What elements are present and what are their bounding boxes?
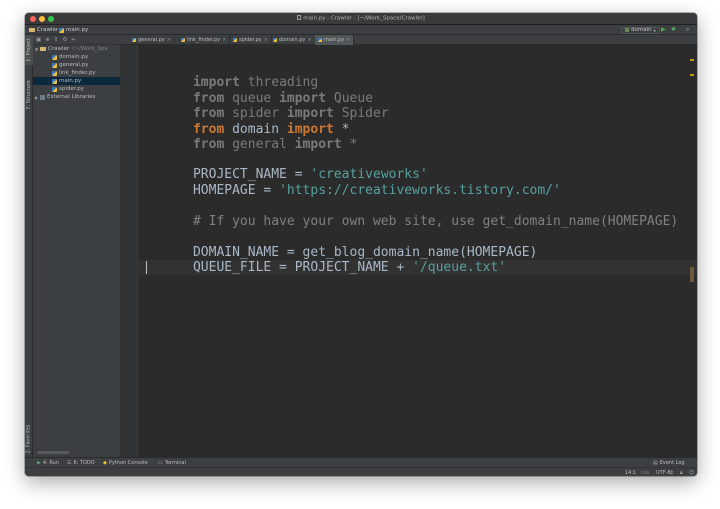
run-configuration-select[interactable]: domain ▾ <box>621 26 660 34</box>
project-panel-toolbar: ▣ ⊕ ⇕ ⚙ ⇤ <box>33 35 120 45</box>
folder-icon <box>40 46 46 52</box>
python-file-icon <box>52 70 57 76</box>
caret-position[interactable]: 14:1 <box>625 470 636 476</box>
project-horizontal-scrollbar[interactable] <box>37 451 69 454</box>
code-line-12: DOMAIN_NAME = get_blog_domain_name(HOMEP… <box>192 244 538 260</box>
close-icon[interactable]: × <box>307 37 311 43</box>
code-line-8: HOMEPAGE = 'https://creativeworks.tistor… <box>192 182 561 198</box>
code-editor[interactable]: import threading from queue import Queue… <box>138 45 697 457</box>
navigation-bar: Crawler main.py domain ▾ ▶ ✹ ⌕ <box>25 25 697 35</box>
python-file-icon <box>273 38 277 42</box>
event-log-tool-button[interactable]: ▤ Event Log <box>653 460 685 467</box>
code-line-7: PROJECT_NAME = 'creativeworks' <box>192 166 428 182</box>
library-icon <box>40 94 45 100</box>
search-icon[interactable]: ⌕ <box>686 26 689 34</box>
text-caret <box>146 261 147 274</box>
structure-tool-tab[interactable]: 7: Structure <box>25 75 33 115</box>
code-line-4: from domain import * <box>192 121 350 137</box>
python-file-icon <box>233 38 237 42</box>
run-icon: ▶ <box>37 460 41 466</box>
file-icon <box>297 15 302 20</box>
tree-external-libraries[interactable]: ▶ External Libraries <box>33 93 120 101</box>
tab-general[interactable]: general.py × <box>129 35 175 45</box>
code-line-3: from spider import Spider <box>192 105 389 121</box>
tree-file-item-selected[interactable]: main.py <box>33 77 120 85</box>
python-config-icon <box>625 28 629 32</box>
python-console-tool-button[interactable]: ◆ Python Console <box>103 460 148 467</box>
gear-icon[interactable]: ⚙ <box>62 37 67 43</box>
code-line-5: from general import * <box>192 136 358 152</box>
breadcrumb-project[interactable]: Crawler <box>29 27 58 34</box>
chevron-down-icon: ▾ <box>653 27 656 33</box>
line-separator[interactable]: n/a <box>641 470 649 476</box>
run-icon[interactable]: ▶ <box>661 26 666 34</box>
code-line-13: QUEUE_FILE = PROJECT_NAME + '/queue.txt' <box>192 259 507 275</box>
hide-panel-icon[interactable]: ⇤ <box>71 37 76 43</box>
ide-window: main.py - Crawler - [~/Work_Space/Crawle… <box>25 13 697 476</box>
code-line-1: import threading <box>192 74 319 90</box>
file-encoding[interactable]: UTF-8‡ <box>656 470 673 476</box>
folder-icon <box>29 27 35 33</box>
python-file-icon <box>52 86 57 92</box>
tree-file-item[interactable]: link_finder.py <box>33 69 120 77</box>
inspector-icon[interactable]: ☺ <box>689 470 694 476</box>
tree-file-item[interactable]: domain.py <box>33 53 120 61</box>
tab-main[interactable]: main.py × <box>315 35 355 45</box>
tree-file-item[interactable]: general.py <box>33 61 120 69</box>
python-file-icon <box>52 62 57 68</box>
python-file-icon <box>59 27 64 33</box>
editor-gutter[interactable] <box>120 45 138 457</box>
close-icon[interactable]: × <box>346 37 350 43</box>
tab-link-finder[interactable]: link_finder.py × <box>178 35 231 45</box>
run-tool-button[interactable]: ▶ 4: Run <box>37 460 59 467</box>
python-file-icon <box>52 78 57 84</box>
window-title: main.py - Crawler - [~/Work_Space/Crawle… <box>25 15 697 22</box>
code-line-10: # If you have your own web site, use get… <box>192 213 679 229</box>
python-file-icon <box>132 38 136 42</box>
warning-marker[interactable] <box>690 59 694 61</box>
tree-file-item[interactable]: spider.py <box>33 85 120 93</box>
bottom-tool-bar: ▶ 4: Run ☰ 6: TODO ◆ Python Console ▭ Te… <box>25 457 697 467</box>
editor-tab-bar: general.py × link_finder.py × spider.py … <box>120 35 697 45</box>
close-icon[interactable]: × <box>264 37 268 43</box>
terminal-tool-button[interactable]: ▭ Terminal <box>158 460 186 467</box>
python-file-icon <box>52 54 57 60</box>
python-console-icon: ◆ <box>103 460 107 466</box>
todo-tool-button[interactable]: ☰ 6: TODO <box>67 460 95 467</box>
left-tool-strip: 1: Project 7: Structure 2: Favorites <box>25 35 33 457</box>
python-file-icon <box>318 38 322 42</box>
editor-scrollbar-thumb[interactable] <box>690 267 694 282</box>
close-icon[interactable]: × <box>222 37 226 43</box>
collapse-all-icon[interactable]: ⇕ <box>54 37 59 43</box>
project-tree: ▼ Crawler (~/Work_Spa domain.py general.… <box>33 45 120 457</box>
scroll-from-source-icon[interactable]: ⊕ <box>45 37 50 43</box>
python-file-icon <box>181 38 185 42</box>
project-view-icon[interactable]: ▣ <box>36 37 41 43</box>
project-tool-tab[interactable]: 1: Project <box>25 35 33 65</box>
close-icon[interactable]: × <box>167 37 171 43</box>
favorites-tool-tab[interactable]: 2: Favorites <box>25 421 33 457</box>
tab-domain[interactable]: domain.py × <box>270 35 316 45</box>
todo-list-icon: ☰ <box>67 460 72 466</box>
terminal-icon: ▭ <box>158 460 163 466</box>
debug-icon[interactable]: ✹ <box>671 26 676 34</box>
tree-root-folder[interactable]: ▼ Crawler (~/Work_Spa <box>33 45 120 53</box>
breadcrumb-file[interactable]: main.py <box>59 27 88 34</box>
tab-spider[interactable]: spider.py × <box>230 35 272 45</box>
event-log-icon: ▤ <box>653 460 658 466</box>
status-bar: 14:1 n/a UTF-8‡ 🔒︎ ☺ <box>25 467 697 476</box>
lock-icon[interactable]: 🔒︎ <box>680 470 683 476</box>
code-line-2: from queue import Queue <box>192 90 374 106</box>
warning-marker[interactable] <box>690 74 694 76</box>
title-bar: main.py - Crawler - [~/Work_Space/Crawle… <box>25 13 697 25</box>
